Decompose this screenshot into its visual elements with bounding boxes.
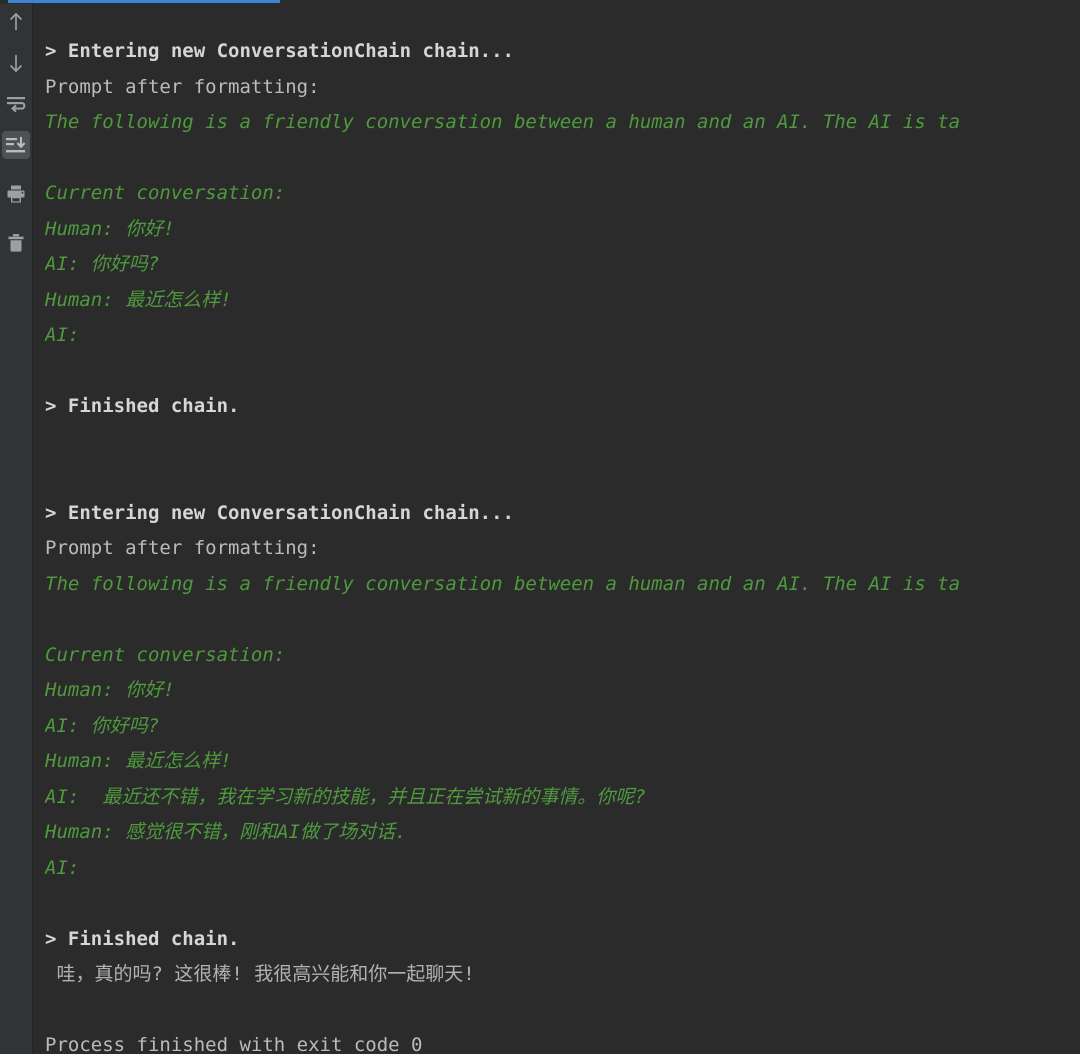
console-line: The following is a friendly conversation… bbox=[45, 111, 961, 133]
active-tab-indicator-strip bbox=[0, 0, 1080, 4]
console-line: Human: 你好! bbox=[45, 679, 175, 701]
console-line: AI: bbox=[45, 856, 80, 879]
console-line: 哇，真的吗? 这很棒! 我很高兴能和你一起聊天! bbox=[45, 963, 475, 985]
console-output-panel[interactable]: > Entering new ConversationChain chain..… bbox=[33, 0, 1080, 1054]
console-line: Prompt after formatting: bbox=[45, 537, 320, 559]
console-line: Human: 你好! bbox=[45, 217, 175, 240]
console-line: > Entering new ConversationChain chain..… bbox=[45, 501, 514, 524]
console-line: Process finished with exit code 0 bbox=[45, 1034, 423, 1054]
console-line: Human: 最近怎么样! bbox=[45, 750, 232, 772]
console-line: AI: 你好吗? bbox=[45, 714, 160, 737]
console-line: Current conversation: bbox=[45, 643, 286, 666]
trash-icon[interactable] bbox=[2, 229, 30, 257]
console-line: > Finished chain. bbox=[45, 927, 240, 950]
run-tool-window: > Entering new ConversationChain chain..… bbox=[0, 0, 1080, 1054]
print-icon[interactable] bbox=[2, 180, 30, 208]
active-tab-underline bbox=[8, 0, 280, 3]
tool-window-body: > Entering new ConversationChain chain..… bbox=[0, 0, 1080, 1054]
console-line: Human: 最近怎么样! bbox=[45, 288, 232, 311]
soft-wrap-icon[interactable] bbox=[2, 90, 30, 118]
console-line: > Entering new ConversationChain chain..… bbox=[45, 40, 514, 62]
console-line: Current conversation: bbox=[45, 182, 286, 204]
down-arrow-icon[interactable] bbox=[2, 49, 30, 77]
console-text-container: > Entering new ConversationChain chain..… bbox=[33, 34, 1080, 1054]
console-line: > Finished chain. bbox=[45, 395, 240, 417]
console-line: AI: bbox=[45, 324, 80, 346]
console-line: AI: 最近还不错，我在学习新的技能，并且正在尝试新的事情。你呢? bbox=[45, 785, 646, 808]
console-line: Human: 感觉很不错，刚和AI做了场对话. bbox=[45, 821, 407, 843]
console-line: AI: 你好吗? bbox=[45, 253, 160, 275]
console-toolbar bbox=[0, 0, 33, 1054]
scroll-to-end-icon[interactable] bbox=[2, 131, 30, 159]
up-arrow-icon[interactable] bbox=[2, 8, 30, 36]
console-line: The following is a friendly conversation… bbox=[45, 572, 961, 595]
console-line: Prompt after formatting: bbox=[45, 75, 320, 98]
